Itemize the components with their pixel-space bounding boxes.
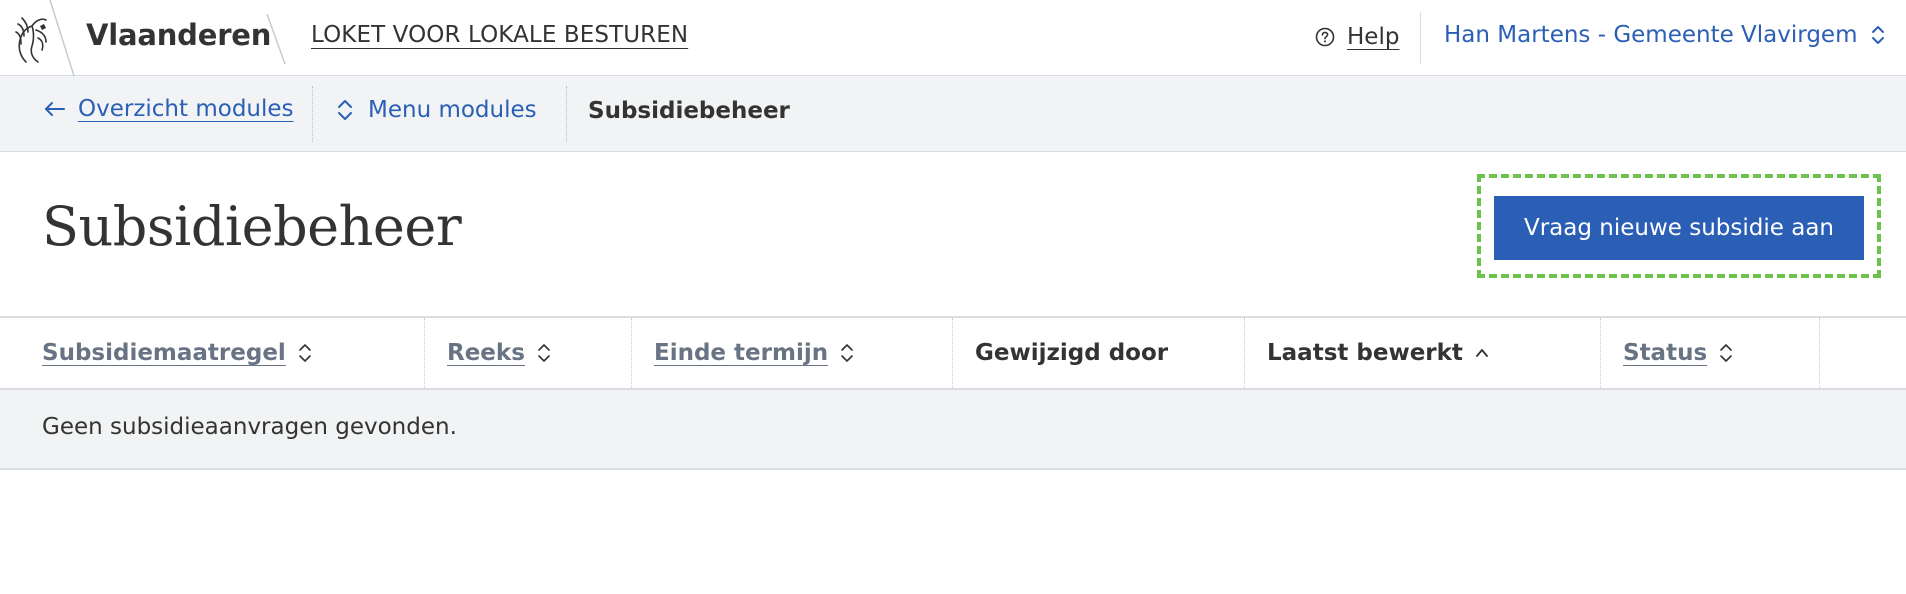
flanders-lion-logo-icon[interactable] bbox=[12, 10, 52, 66]
column-header-label: Gewijzigd door bbox=[975, 340, 1169, 366]
menu-modules-toggle[interactable]: Menu modules bbox=[336, 96, 537, 124]
top-header: Vlaanderen LOKET VOOR LOKALE BESTUREN He… bbox=[0, 0, 1906, 76]
subsidies-table: Subsidiemaatregel Reeks Einde termijn Ge… bbox=[0, 316, 1906, 470]
table-row-empty: Geen subsidieaanvragen gevonden. bbox=[0, 390, 1906, 470]
column-header-subsidiemaatregel[interactable]: Subsidiemaatregel bbox=[0, 318, 425, 388]
app-title-link[interactable]: LOKET VOOR LOKALE BESTUREN bbox=[311, 22, 688, 48]
brand-name: Vlaanderen bbox=[86, 18, 272, 52]
help-label: Help bbox=[1347, 24, 1400, 50]
sort-up-down-icon bbox=[538, 344, 550, 362]
sort-up-down-icon bbox=[1720, 344, 1732, 362]
column-header-label: Reeks bbox=[447, 340, 525, 366]
column-header-einde-termijn[interactable]: Einde termijn bbox=[632, 318, 953, 388]
column-header-label: Laatst bewerkt bbox=[1267, 340, 1463, 366]
brand-divider bbox=[49, 0, 75, 76]
arrow-left-icon bbox=[45, 102, 65, 116]
sort-up-down-icon bbox=[841, 344, 853, 362]
request-new-subsidy-button[interactable]: Vraag nieuwe subsidie aan bbox=[1494, 196, 1864, 260]
column-header-label: Status bbox=[1623, 340, 1708, 366]
subnav-divider bbox=[312, 86, 313, 142]
back-to-modules-link[interactable]: Overzicht modules bbox=[44, 96, 294, 122]
column-header-laatst-bewerkt[interactable]: Laatst bewerkt bbox=[1245, 318, 1601, 388]
column-header-actions bbox=[1820, 318, 1906, 388]
sort-up-down-icon bbox=[299, 344, 311, 362]
chevron-up-down-icon bbox=[1872, 26, 1885, 44]
subnav-divider bbox=[566, 86, 567, 142]
column-header-label: Einde termijn bbox=[654, 340, 829, 366]
column-header-reeks[interactable]: Reeks bbox=[425, 318, 632, 388]
column-header-gewijzigd-door: Gewijzigd door bbox=[953, 318, 1245, 388]
header-divider bbox=[1420, 12, 1421, 64]
help-circle-icon bbox=[1315, 27, 1335, 47]
user-switcher[interactable]: Han Martens - Gemeente Vlavirgem bbox=[1444, 22, 1887, 48]
column-header-status[interactable]: Status bbox=[1601, 318, 1820, 388]
help-link[interactable]: Help bbox=[1314, 22, 1399, 52]
menu-modules-label: Menu modules bbox=[368, 97, 537, 123]
current-module-label: Subsidiebeheer bbox=[588, 98, 790, 124]
sort-ascending-icon bbox=[1476, 349, 1488, 357]
module-subnav: Overzicht modules Menu modules Subsidieb… bbox=[0, 76, 1906, 152]
table-header-row: Subsidiemaatregel Reeks Einde termijn Ge… bbox=[0, 316, 1906, 390]
page-title: Subsidiebeheer bbox=[42, 195, 462, 258]
chevron-up-down-icon bbox=[338, 100, 352, 120]
empty-state-message: Geen subsidieaanvragen gevonden. bbox=[42, 414, 457, 440]
back-to-modules-label: Overzicht modules bbox=[78, 96, 294, 122]
user-label: Han Martens - Gemeente Vlavirgem bbox=[1444, 22, 1858, 48]
column-header-label: Subsidiemaatregel bbox=[42, 340, 286, 366]
title-divider bbox=[266, 14, 286, 64]
